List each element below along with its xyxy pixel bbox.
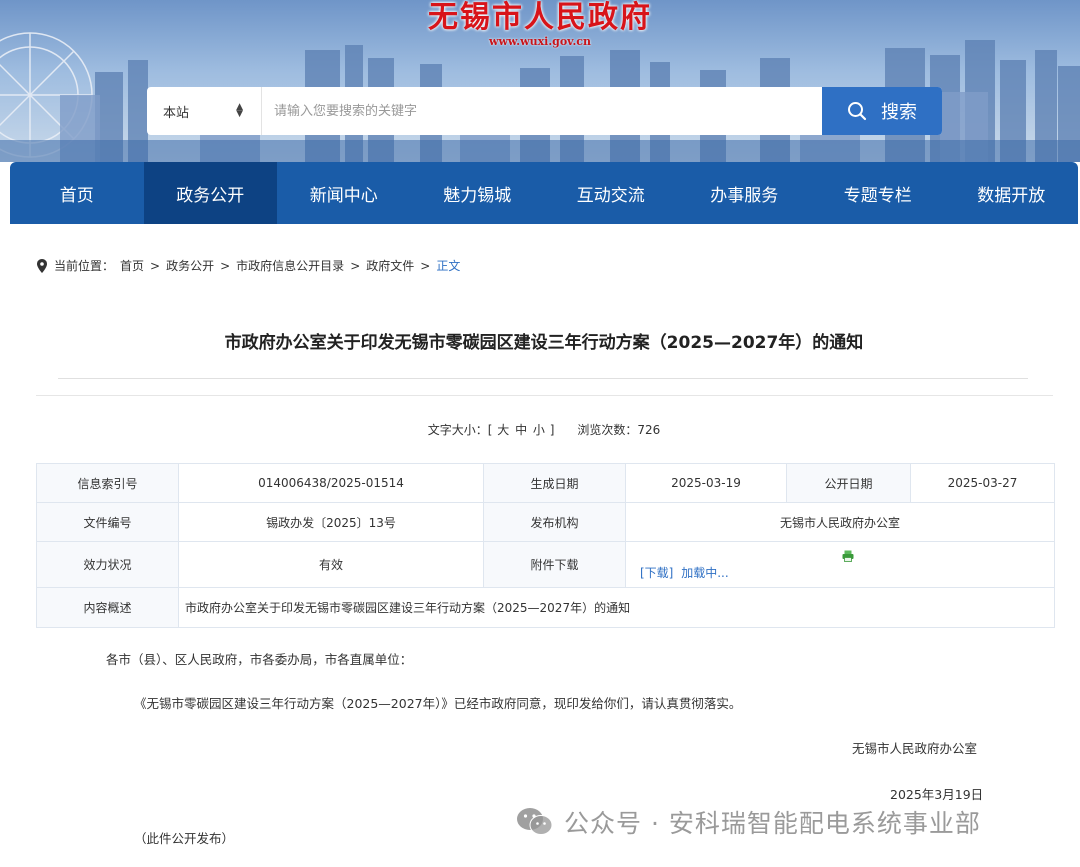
- search-icon: [848, 102, 867, 121]
- nav-item-home[interactable]: 首页: [10, 162, 144, 224]
- font-size-large-button[interactable]: 大: [497, 423, 509, 437]
- font-size-options: 大 中 小: [496, 423, 550, 437]
- nav-item-news-center[interactable]: 新闻中心: [277, 162, 411, 224]
- salutation: 各市（县）、区人民政府，市各委办局，市各直属单位：: [106, 652, 413, 667]
- document-info-table: 信息索引号 014006438/2025-01514 生成日期 2025-03-…: [36, 463, 1055, 628]
- signature: 无锡市人民政府办公室: [852, 741, 978, 756]
- views-count: 726: [637, 423, 661, 437]
- attachment-download-link[interactable]: [下载]: [640, 566, 673, 580]
- table-row: 文件编号 锡政办发〔2025〕13号 发布机构 无锡市人民政府办公室: [36, 502, 1055, 542]
- document-number-value: 锡政办发〔2025〕13号: [178, 502, 484, 542]
- breadcrumb-separator: >: [220, 258, 231, 273]
- title-divider: [58, 378, 1028, 379]
- publication-note: （此件公开发布）: [134, 831, 235, 846]
- table-row: 信息索引号 014006438/2025-01514 生成日期 2025-03-…: [36, 463, 1055, 503]
- validity-status-value: 有效: [178, 541, 484, 588]
- index-number-label: 信息索引号: [36, 463, 179, 503]
- watermark-text: 公众号 · 安科瑞智能配电系统事业部: [564, 809, 981, 838]
- search-bar: 本站 ▲▼ 搜索: [147, 87, 942, 135]
- nav-item-government-affairs[interactable]: 政务公开: [143, 162, 277, 224]
- site-url: www.wuxi.gov.cn: [488, 35, 591, 48]
- summary-value: 市政府办公室关于印发无锡市零碳园区建设三年行动方案（2025—2027年）的通知: [178, 587, 1055, 628]
- updown-arrow-icon: ▲ ▼: [236, 102, 243, 119]
- content-area: 当前位置： 首页 > 政务公开 > 市政府信息公开目录 > 政府文件 > 正文 …: [10, 224, 1078, 867]
- wechat-icon: [517, 808, 553, 835]
- views-label: 浏览次数：: [577, 423, 638, 437]
- index-number-value: 014006438/2025-01514: [178, 463, 484, 503]
- nav-item-open-data[interactable]: 数据开放: [945, 162, 1079, 224]
- article-tools: 文字大小：[ 大 中 小 ] 浏览次数：726: [10, 421, 1078, 438]
- breadcrumb-item-government-affairs[interactable]: 政务公开: [166, 257, 214, 274]
- breadcrumb-item-government-documents[interactable]: 政府文件: [366, 257, 414, 274]
- issue-date: 2025年3月19日: [890, 787, 984, 802]
- search-button[interactable]: 搜索: [822, 87, 942, 135]
- summary-label: 内容概述: [36, 587, 179, 628]
- breadcrumb: 当前位置： 首页 > 政务公开 > 市政府信息公开目录 > 政府文件 > 正文: [36, 257, 460, 274]
- breadcrumb-current: 正文: [436, 259, 461, 273]
- printer-icon[interactable]: [842, 550, 854, 562]
- created-date-label: 生成日期: [483, 463, 626, 503]
- nav-item-special-topics[interactable]: 专题专栏: [811, 162, 945, 224]
- font-size-close: ]: [549, 423, 555, 437]
- nav-item-charm-city[interactable]: 魅力锡城: [411, 162, 545, 224]
- breadcrumb-separator: >: [150, 258, 161, 273]
- site-title[interactable]: 无锡市人民政府: [0, 0, 1080, 36]
- body-paragraph: 《无锡市零碳园区建设三年行动方案（2025—2027年）》已经市政府同意，现印发…: [134, 696, 742, 711]
- attachment-loading-text: 加载中...: [681, 566, 729, 580]
- section-divider: [36, 395, 1053, 396]
- header-banner: 无锡市人民政府 www.wuxi.gov.cn 本站 ▲▼ 搜索: [0, 0, 1080, 162]
- attachment-label: 附件下载: [483, 541, 626, 588]
- search-button-label: 搜索: [881, 102, 917, 123]
- search-scope-label: 本站: [163, 105, 190, 121]
- page-title: 市政府办公室关于印发无锡市零碳园区建设三年行动方案（2025—2027年）的通知: [224, 333, 864, 353]
- published-date-label: 公开日期: [786, 463, 911, 503]
- font-size-small-button[interactable]: 小: [533, 423, 545, 437]
- document-number-label: 文件编号: [36, 502, 179, 542]
- table-row: 内容概述 市政府办公室关于印发无锡市零碳园区建设三年行动方案（2025—2027…: [36, 587, 1055, 628]
- wechat-watermark: 公众号 · 安科瑞智能配电系统事业部: [516, 804, 981, 840]
- issuer-value: 无锡市人民政府办公室: [625, 502, 1055, 542]
- font-size-label: 文字大小：[: [427, 423, 493, 437]
- nav-item-services[interactable]: 办事服务: [678, 162, 812, 224]
- table-row: 效力状况 有效 附件下载 [下载] 加载中...: [36, 541, 1055, 588]
- breadcrumb-separator: >: [350, 258, 361, 273]
- location-pin-icon: [37, 258, 47, 273]
- breadcrumb-item-disclosure-catalog[interactable]: 市政府信息公开目录: [236, 257, 344, 274]
- breadcrumb-separator: >: [420, 258, 431, 273]
- search-input[interactable]: [262, 87, 822, 135]
- font-size-medium-button[interactable]: 中: [515, 423, 527, 437]
- validity-status-label: 效力状况: [36, 541, 179, 588]
- attachment-cell: [下载] 加载中...: [625, 541, 1055, 588]
- breadcrumb-prefix: 当前位置：: [54, 259, 115, 273]
- search-scope-select[interactable]: 本站 ▲ ▼: [147, 87, 262, 135]
- created-date-value: 2025-03-19: [625, 463, 787, 503]
- main-nav: 首页 政务公开 新闻中心 魅力锡城 互动交流 办事服务 专题专栏 数据开放: [10, 162, 1078, 224]
- issuer-label: 发布机构: [483, 502, 626, 542]
- nav-item-interaction[interactable]: 互动交流: [544, 162, 678, 224]
- published-date-value: 2025-03-27: [910, 463, 1055, 503]
- breadcrumb-item-home[interactable]: 首页: [120, 257, 144, 274]
